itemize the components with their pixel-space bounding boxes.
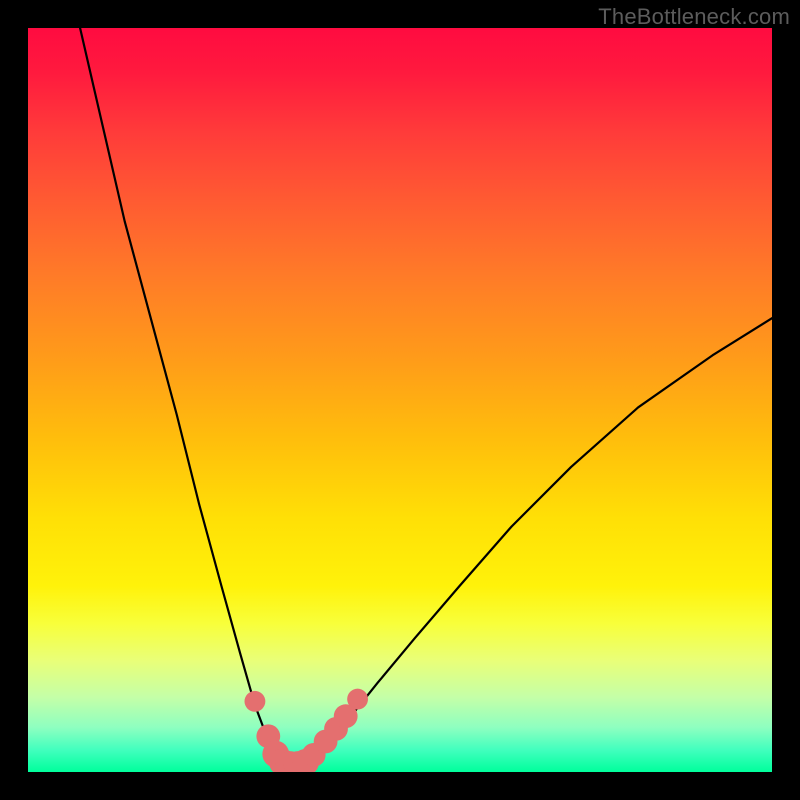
bottleneck-curve [28,28,772,772]
curve-path [80,28,772,766]
plot-area [28,28,772,772]
watermark-text: TheBottleneck.com [598,4,790,30]
data-marker [245,691,266,712]
chart-frame: TheBottleneck.com [0,0,800,800]
data-marker [347,689,368,710]
